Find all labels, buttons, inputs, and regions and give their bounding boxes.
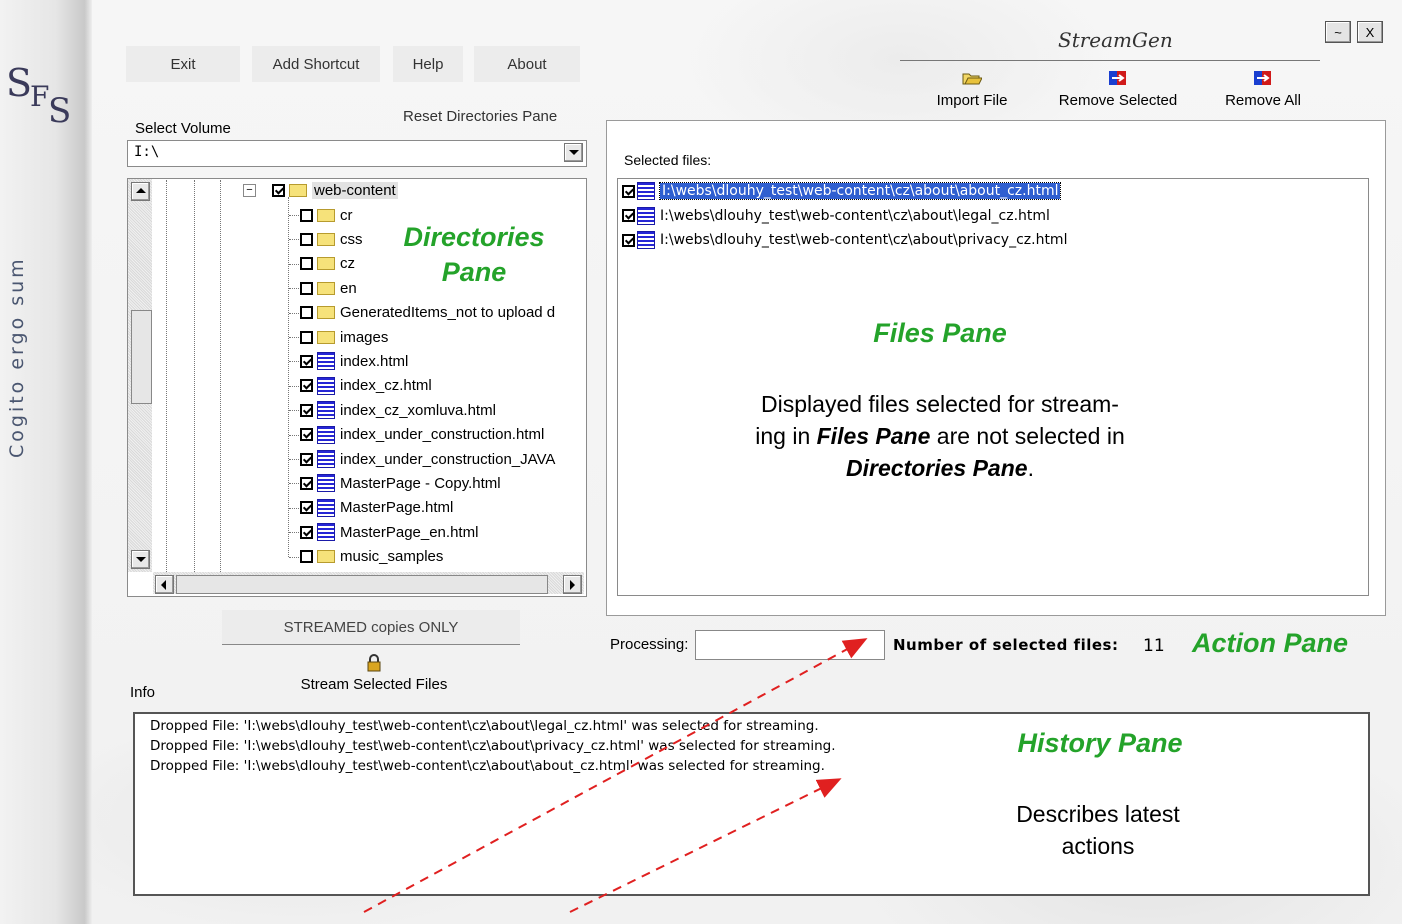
arrow-line bbox=[569, 778, 842, 913]
annotation-arrows bbox=[363, 638, 868, 913]
arrow-line bbox=[363, 638, 868, 913]
